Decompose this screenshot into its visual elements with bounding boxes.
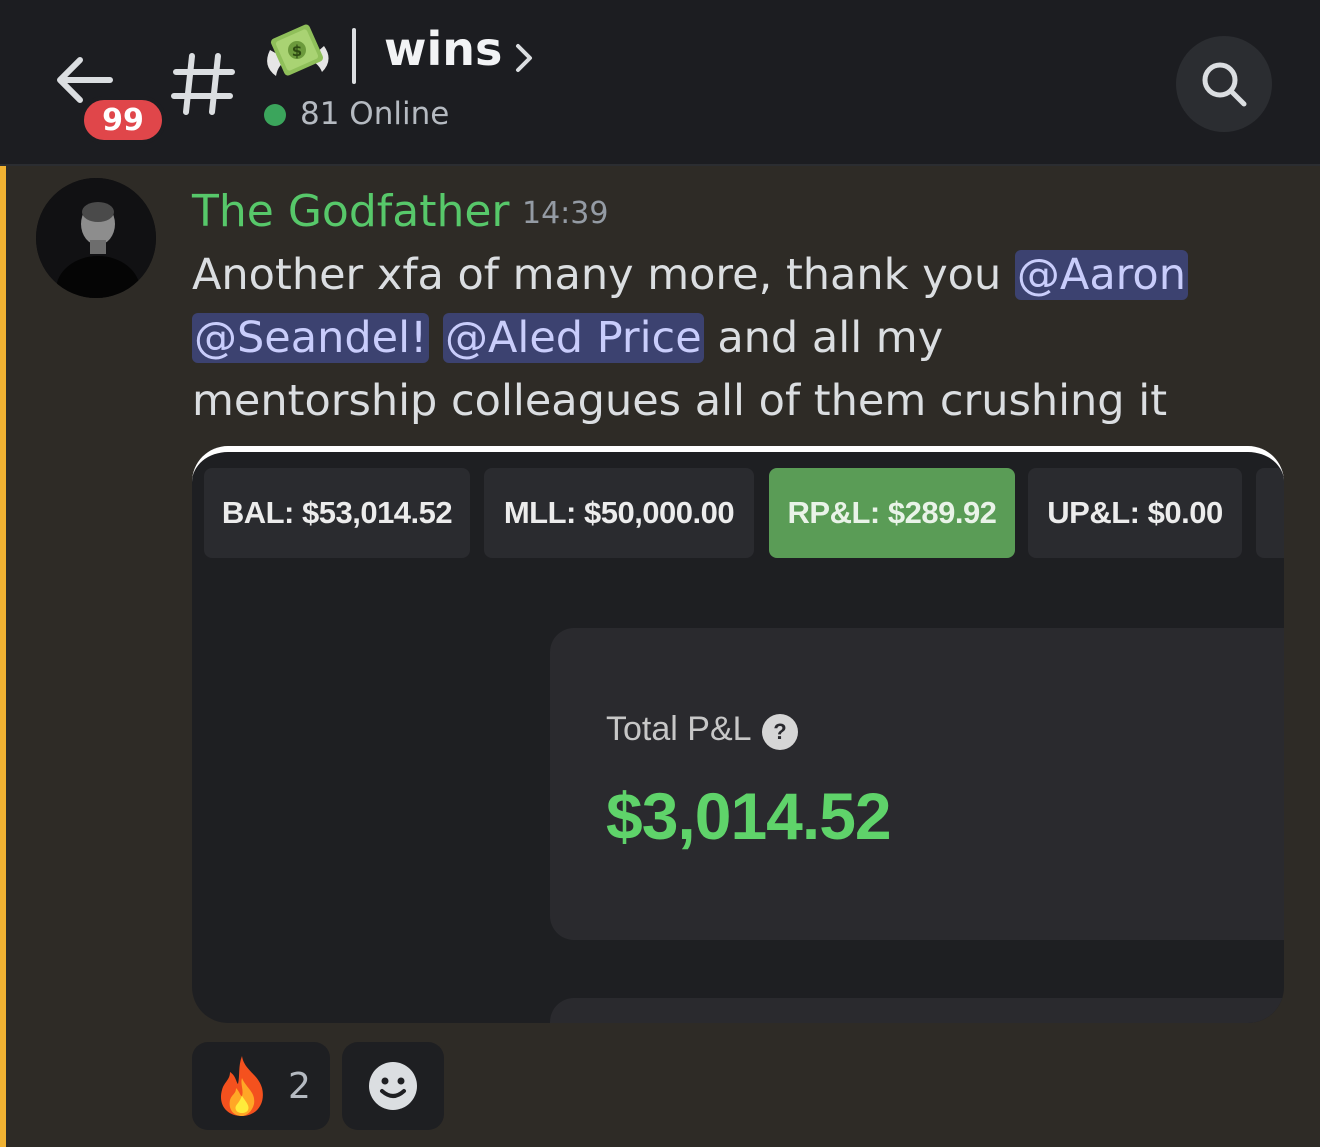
message-author[interactable]: The Godfather [192,186,510,237]
search-icon [1202,62,1247,107]
reaction-count: 2 [288,1065,311,1107]
reaction-fire[interactable]: 2 [192,1042,330,1130]
next-card-partial [550,998,1284,1023]
stat-mll: MLL: $50,000.00 [484,468,754,558]
stat-balance: BAL: $53,014.52 [204,468,470,558]
avatar-photo [36,178,156,298]
add-reaction-smiley-icon [369,1062,417,1110]
unread-badge: 99 [80,96,166,144]
channel-header: 99 $ wins 81 Online [0,0,1320,166]
channel-name[interactable]: wins [384,22,502,76]
money-with-wings-icon: $ [267,24,329,76]
total-pnl-card: Total P&L ? $3,014.52 [550,628,1284,940]
chevron-right-icon[interactable] [510,40,538,76]
online-status-dot [264,104,286,126]
user-mention[interactable]: @Aled Price [442,313,704,363]
stat-upl: UP&L: $0.00 [1028,468,1242,558]
fire-icon [220,1056,263,1116]
message-highlighted: The Godfather 14:39 Another xfa of many … [0,166,1320,1147]
message-timestamp: 14:39 [522,196,609,231]
channel-separator [352,28,356,84]
stat-pill-partial [1256,468,1284,558]
user-mention[interactable]: @Aaron [1014,250,1188,300]
search-button[interactable] [1176,36,1272,132]
user-mention[interactable]: @Seandel! [192,313,430,363]
pnl-value: $3,014.52 [606,779,892,853]
message-content: Another xfa of many more, thank you @Aar… [192,244,1192,433]
online-count: 81 Online [300,96,450,132]
message-text-part: Another xfa of many more, thank you [192,250,1015,300]
pnl-label: Total P&L [606,710,752,748]
svg-text:$: $ [292,42,302,60]
image-attachment[interactable]: BAL: $53,014.52 MLL: $50,000.00 RP&L: $2… [192,446,1284,1023]
add-reaction-button[interactable] [342,1042,444,1130]
help-icon: ? [762,714,798,750]
stat-rpl: RP&L: $289.92 [769,468,1015,558]
hash-icon [171,53,235,115]
avatar[interactable] [36,178,156,298]
mention-highlight-bar [0,166,6,1147]
